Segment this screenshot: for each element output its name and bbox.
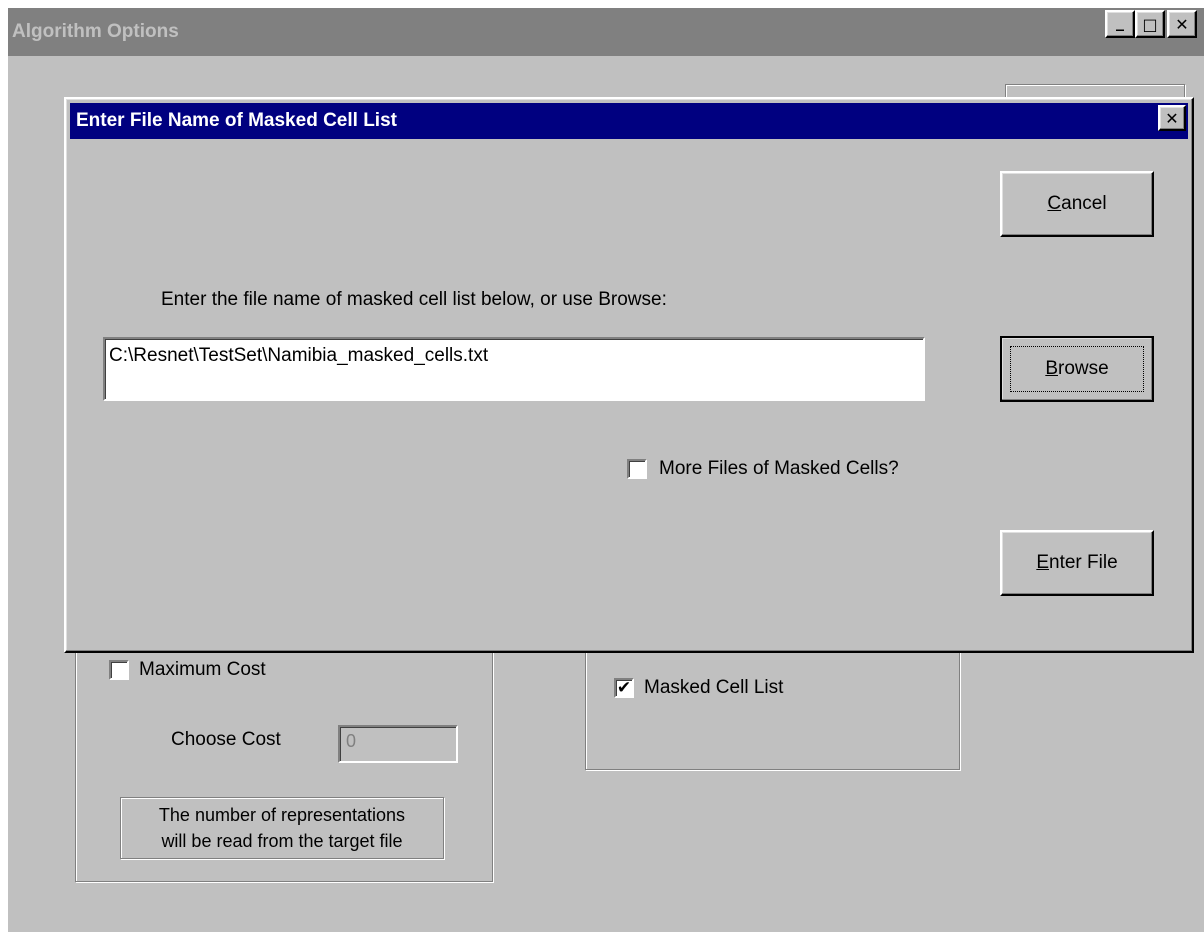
dialog-titlebar[interactable]: Enter File Name of Masked Cell List — [70, 103, 1188, 139]
dialog-title: Enter File Name of Masked Cell List — [76, 110, 397, 131]
maximum-cost-checkbox[interactable] — [109, 660, 129, 680]
masked-cell-file-dialog: Enter File Name of Masked Cell List ✕ Ca… — [64, 97, 1194, 653]
focus-indicator — [1010, 346, 1144, 392]
masked-cell-list-checkbox[interactable]: ✔ — [614, 678, 634, 698]
masked-cell-list-option[interactable]: ✔ Masked Cell List — [614, 677, 783, 699]
cost-group-box: Maximum Cost Choose Cost 0 The number of… — [75, 620, 493, 882]
file-name-prompt: Enter the file name of masked cell list … — [161, 289, 667, 310]
more-files-option[interactable]: More Files of Masked Cells? — [627, 458, 899, 480]
file-name-input[interactable]: C:\Resnet\TestSet\Namibia_masked_cells.t… — [103, 337, 925, 401]
close-icon: ✕ — [1175, 14, 1189, 34]
representations-note-line2: will be read from the target file — [161, 831, 403, 851]
choose-cost-input[interactable]: 0 — [338, 725, 458, 763]
enter-file-label: nter File — [1049, 552, 1118, 573]
main-window-titlebar[interactable]: Algorithm Options — [8, 8, 1204, 56]
enter-file-accesskey: E — [1036, 552, 1050, 573]
more-files-checkbox[interactable] — [627, 459, 647, 479]
enter-file-button[interactable]: Enter File — [1000, 530, 1154, 596]
close-icon: ✕ — [1165, 108, 1179, 128]
representations-note: The number of representations will be re… — [120, 797, 444, 859]
masked-cell-list-label: Masked Cell List — [644, 677, 784, 698]
maximize-button[interactable]: □ — [1135, 10, 1165, 38]
representations-note-line1: The number of representations — [158, 805, 406, 825]
close-button[interactable]: ✕ — [1167, 10, 1197, 38]
minimize-icon: _ — [1116, 11, 1124, 31]
checkmark-icon: ✔ — [616, 677, 632, 698]
browse-button[interactable]: Browse — [1000, 336, 1154, 402]
maximum-cost-option[interactable]: Maximum Cost — [109, 659, 266, 681]
cancel-accesskey: C — [1047, 193, 1062, 214]
main-window-title: Algorithm Options — [12, 21, 179, 42]
maximum-cost-label: Maximum Cost — [139, 659, 266, 680]
cancel-label: ancel — [1061, 193, 1107, 214]
more-files-label: More Files of Masked Cells? — [659, 458, 899, 479]
cancel-button[interactable]: Cancel — [1000, 171, 1154, 237]
choose-cost-label: Choose Cost — [171, 729, 281, 750]
minimize-button[interactable]: _ — [1105, 10, 1135, 38]
maximize-icon: □ — [1142, 14, 1158, 34]
dialog-close-button[interactable]: ✕ — [1158, 105, 1186, 131]
